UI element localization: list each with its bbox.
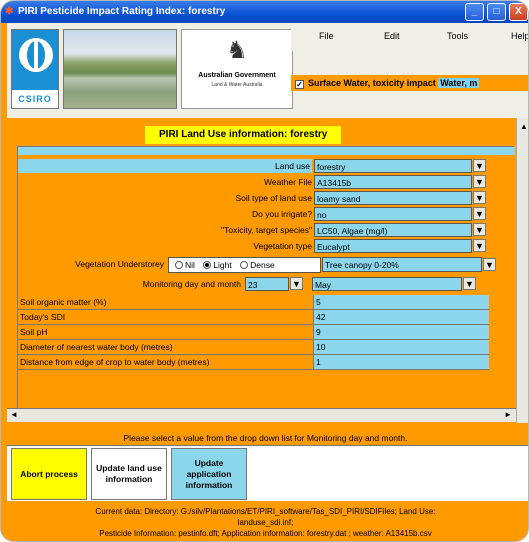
dropdown-icon[interactable]: ▼ [463, 277, 476, 290]
footer-line1: Current data: Directory: G:/silv/Plantat… [95, 507, 436, 516]
dropdown-icon[interactable]: ▼ [483, 258, 496, 271]
crest-icon: ♞ [226, 37, 248, 64]
gov-line2: Land & Water Australia [211, 82, 263, 88]
impact-checkbox[interactable]: ✓ [295, 80, 304, 89]
menu-bar: File Edit Tools Help [291, 23, 528, 51]
window-title: PIRI Pesticide Impact Rating Index: fore… [18, 6, 226, 17]
vertical-scrollbar[interactable]: ▲ [516, 118, 528, 423]
dropdown-icon[interactable]: ▼ [473, 223, 486, 236]
horizontal-scrollbar[interactable]: ◄ ► [7, 408, 516, 422]
status-message: Please select a value from the drop down… [123, 433, 408, 443]
vegetation-type-select[interactable]: Eucalypt [314, 239, 472, 253]
row-monitoring: Monitoring day and month 23 ▼ May ▼ [18, 277, 515, 291]
land-use-select[interactable]: forestry [314, 159, 472, 173]
weather-file-label: Weather File [263, 177, 312, 187]
row-understorey: Vegetation Understorey Nil Light Dense T… [18, 257, 515, 273]
app-window: ✱ PIRI Pesticide Impact Rating Index: fo… [0, 0, 529, 542]
dropdown-icon[interactable]: ▼ [473, 159, 486, 172]
row-weather-file: Weather File A13415b ▼ [18, 175, 515, 189]
csiro-logo: CSIRO [11, 29, 59, 109]
monitoring-month-select[interactable]: May [312, 277, 462, 291]
row-soil-type: Soil type of land use loamy sand ▼ [18, 191, 515, 205]
irrigate-label: Do you irrigate? [251, 209, 312, 219]
landscape-photo [63, 29, 177, 109]
scroll-up-icon[interactable]: ▲ [517, 122, 528, 134]
info-band: PIRI Land Use information: forestry [7, 118, 516, 146]
row-vegetation-type: Vegetation type Eucalypt ▼ [18, 239, 515, 253]
update-land-use-button[interactable]: Update land use information [91, 448, 167, 500]
crop-distance-value[interactable]: 1 [314, 355, 489, 370]
title-bar[interactable]: ✱ PIRI Pesticide Impact Rating Index: fo… [1, 1, 528, 23]
update-application-button[interactable]: Update application information [171, 448, 247, 500]
soil-ph-label: Soil pH [18, 325, 314, 340]
row-irrigate: Do you irrigate? no ▼ [18, 207, 515, 221]
menu-edit[interactable]: Edit [384, 31, 400, 41]
menu-file[interactable]: File [319, 31, 334, 41]
crop-distance-label: Distance from edge of crop to water body… [18, 355, 314, 370]
scroll-left-icon[interactable]: ◄ [10, 410, 18, 419]
land-use-form: Land use forestry ▼ Weather File A13415b… [17, 146, 515, 408]
soil-type-label: Soil type of land use [235, 193, 312, 203]
radio-light[interactable] [203, 261, 212, 269]
soil-ph-value[interactable]: 9 [314, 325, 489, 340]
land-use-label: Land use [18, 159, 312, 173]
gov-line1: Australian Government [198, 72, 276, 79]
toxicity-label: "Toxicity, target species" [221, 225, 312, 235]
maximize-button[interactable]: □ [487, 3, 506, 21]
action-bar: Abort process Update land use informatio… [7, 445, 528, 501]
radio-nil[interactable] [175, 261, 183, 269]
monitoring-label: Monitoring day and month [142, 279, 241, 289]
impact-tab-water[interactable]: Water, m [438, 78, 480, 88]
row-toxicity: "Toxicity, target species" LC50, Algae (… [18, 223, 515, 237]
globe-icon [19, 38, 53, 72]
dropdown-icon[interactable]: ▼ [290, 277, 303, 290]
dropdown-icon[interactable]: ▼ [473, 207, 486, 220]
dropdown-icon[interactable]: ▼ [473, 191, 486, 204]
irrigate-select[interactable]: no [314, 207, 472, 221]
minimize-button[interactable]: _ [465, 3, 484, 21]
app-icon: ✱ [5, 6, 14, 17]
vegetation-type-label: Vegetation type [253, 241, 312, 251]
current-data-footer: Current data: Directory: G:/silv/Plantat… [1, 504, 528, 541]
understorey-radio-group: Nil Light Dense [168, 257, 321, 273]
water-body-diameter-label: Diameter of nearest water body (metres) [18, 340, 314, 355]
understorey-label: Vegetation Understorey [75, 259, 164, 269]
impact-selector: ✓ Surface Water, toxicity impact Water, m [291, 75, 528, 91]
toxicity-select[interactable]: LC50, Algae (mg/l) [314, 223, 472, 237]
footer-line2: landuse_sdi.inf; [237, 518, 294, 527]
soil-organic-matter-label: Soil organic matter (%) [18, 295, 314, 310]
weather-file-select[interactable]: A13415b [314, 175, 472, 189]
dropdown-icon[interactable]: ▼ [473, 175, 486, 188]
menu-tools[interactable]: Tools [447, 31, 468, 41]
footer-line3: Pesticide Information: pestinfo.dft; App… [99, 529, 432, 538]
radio-dense[interactable] [240, 261, 249, 269]
impact-label: Surface Water, toxicity impact [308, 78, 436, 88]
close-button[interactable]: X [509, 3, 528, 21]
government-logo: ♞ Australian Government Land & Water Aus… [181, 29, 293, 109]
dropdown-icon[interactable]: ▼ [473, 239, 486, 252]
land-use-info-title: PIRI Land Use information: forestry [145, 126, 342, 144]
menu-help[interactable]: Help [511, 31, 528, 41]
water-body-diameter-value[interactable]: 10 [314, 340, 489, 355]
todays-sdi-label: Today's SDI [18, 310, 314, 325]
canopy-select[interactable]: Tree canopy 0-20% [322, 257, 482, 272]
abort-process-button[interactable]: Abort process [11, 448, 87, 500]
todays-sdi-value[interactable]: 42 [314, 310, 489, 325]
soil-type-select[interactable]: loamy sand [314, 191, 472, 205]
monitoring-day-select[interactable]: 23 [245, 277, 289, 291]
soil-organic-matter-value[interactable]: 5 [314, 295, 489, 310]
scroll-right-icon[interactable]: ► [504, 410, 512, 419]
row-land-use: Land use forestry ▼ [18, 159, 515, 173]
